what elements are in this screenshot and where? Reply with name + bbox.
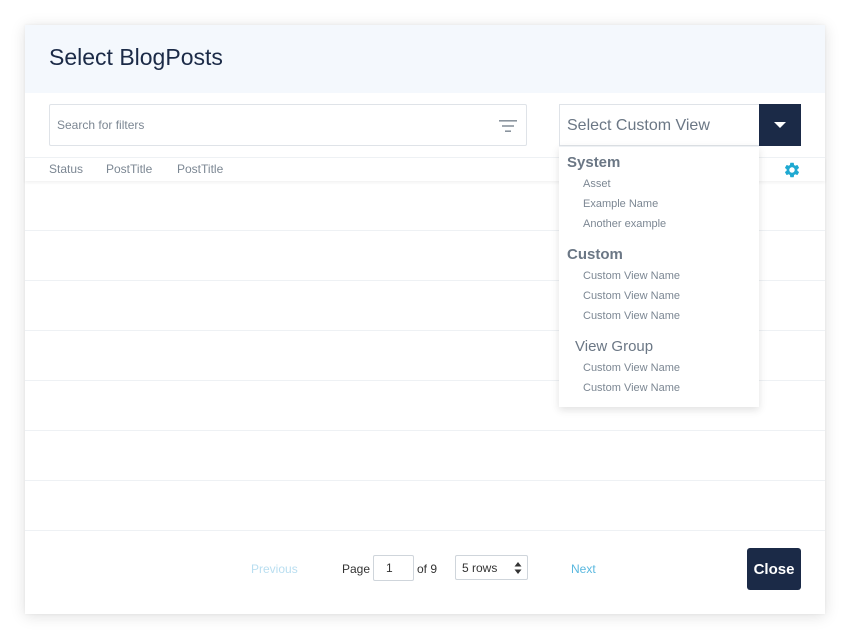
caret-down-icon <box>774 122 786 128</box>
dropdown-group-view-group[interactable]: View Group <box>575 338 653 355</box>
select-blogposts-modal: Select BlogPosts Select Custom View Stat… <box>25 25 825 614</box>
column-header-posttitle[interactable]: PostTitle <box>106 162 152 176</box>
page-total-label: of 9 <box>417 562 438 576</box>
rows-per-page-select[interactable]: 5 rows <box>455 555 528 580</box>
dropdown-item[interactable]: Example Name <box>583 198 658 210</box>
page-number-input[interactable] <box>373 555 414 581</box>
dropdown-item[interactable]: Custom View Name <box>583 362 680 374</box>
filter-icon[interactable] <box>498 118 518 134</box>
custom-view-dropdown-button[interactable] <box>759 104 801 146</box>
table-row[interactable] <box>25 431 825 481</box>
dropdown-item[interactable]: Custom View Name <box>583 310 680 322</box>
dropdown-item[interactable]: Custom View Name <box>583 382 680 394</box>
search-input[interactable] <box>57 105 487 145</box>
custom-view-select[interactable]: Select Custom View <box>559 104 801 146</box>
rows-per-page-value: 5 rows <box>462 561 498 575</box>
table-row[interactable] <box>25 481 825 531</box>
modal-title: Select BlogPosts <box>49 44 223 70</box>
column-header-status[interactable]: Status <box>49 162 83 176</box>
page-label: Page <box>342 562 371 576</box>
dropdown-item[interactable]: Asset <box>583 178 611 190</box>
column-header-posttitle[interactable]: PostTitle <box>177 162 223 176</box>
modal-header: Select BlogPosts <box>25 25 825 93</box>
custom-view-label: Select Custom View <box>567 117 710 134</box>
custom-view-dropdown-menu: System Asset Example Name Another exampl… <box>559 146 759 407</box>
modal-footer: Previous Page of 9 5 rows Next Close <box>25 531 825 614</box>
search-box <box>49 104 527 146</box>
dropdown-item[interactable]: Another example <box>583 218 666 230</box>
close-button[interactable]: Close <box>747 548 801 590</box>
up-down-arrows-icon <box>514 562 522 574</box>
dropdown-group-system: System <box>567 154 621 171</box>
dropdown-item[interactable]: Custom View Name <box>583 270 680 282</box>
dropdown-item[interactable]: Custom View Name <box>583 290 680 302</box>
previous-page-link[interactable]: Previous <box>251 562 298 576</box>
dropdown-group-custom: Custom <box>567 246 623 263</box>
next-page-link[interactable]: Next <box>571 562 596 576</box>
gear-icon[interactable] <box>783 161 801 179</box>
